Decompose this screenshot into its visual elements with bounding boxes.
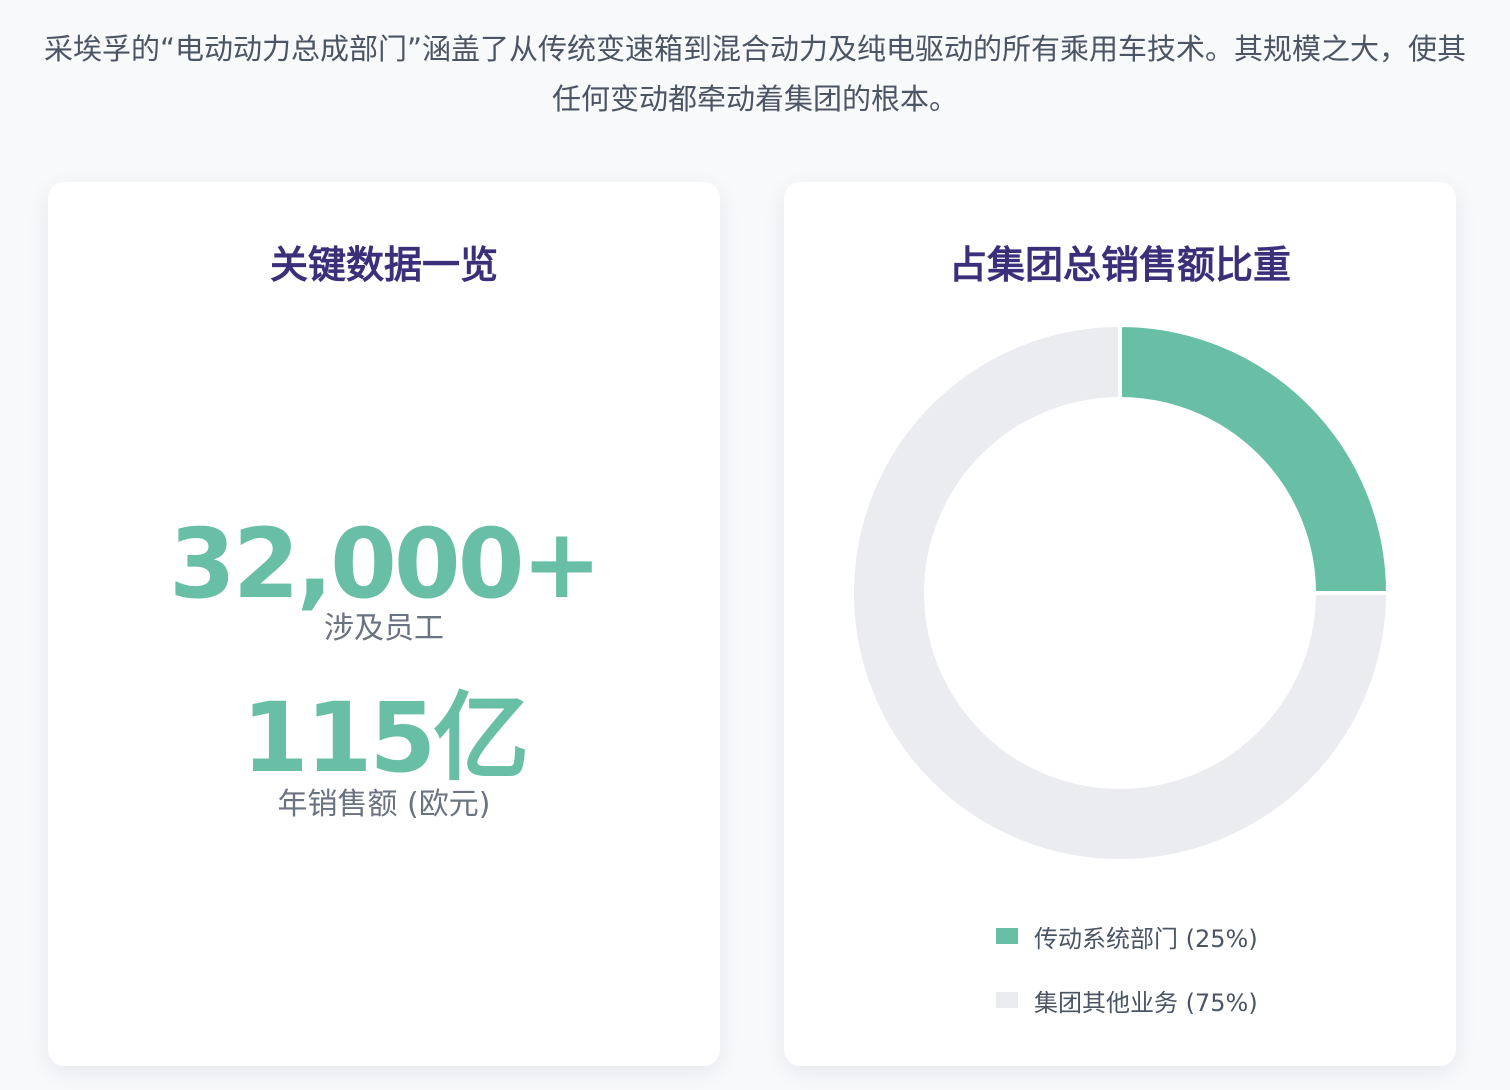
legend-swatch (996, 992, 1018, 1008)
legend-item-0[interactable]: 传动系统部门 (25%) (996, 904, 1258, 968)
sales-share-card: 占集团总销售额比重 传动系统部门 (25%) 集团其他业务 (75%) (784, 182, 1456, 1066)
key-data-title: 关键数据一览 (269, 243, 498, 287)
chart-legend: 传动系统部门 (25%) 集团其他业务 (75%) (996, 904, 1258, 1032)
legend-label: 集团其他业务 (75%) (1034, 988, 1258, 1017)
sales-value: 115亿 (241, 682, 529, 794)
employees-label: 涉及员工 (324, 611, 444, 646)
employees-value: 32,000+ (169, 508, 602, 620)
legend-label: 传动系统部门 (25%) (1034, 924, 1258, 953)
intro-paragraph: 采埃孚的“电动动力总成部门”涵盖了从传统变速箱到混合动力及纯电驱动的所有乘用车技… (43, 32, 1467, 116)
legend-item-1[interactable]: 集团其他业务 (75%) (996, 968, 1258, 1032)
donut-slice-0[interactable] (1118, 322, 1391, 595)
donut-chart (850, 322, 1391, 863)
sales-label: 年销售额 (欧元) (277, 787, 491, 822)
legend-swatch (996, 928, 1018, 944)
key-data-card: 关键数据一览 32,000+ 涉及员工 115亿 年销售额 (欧元) (48, 182, 720, 1066)
